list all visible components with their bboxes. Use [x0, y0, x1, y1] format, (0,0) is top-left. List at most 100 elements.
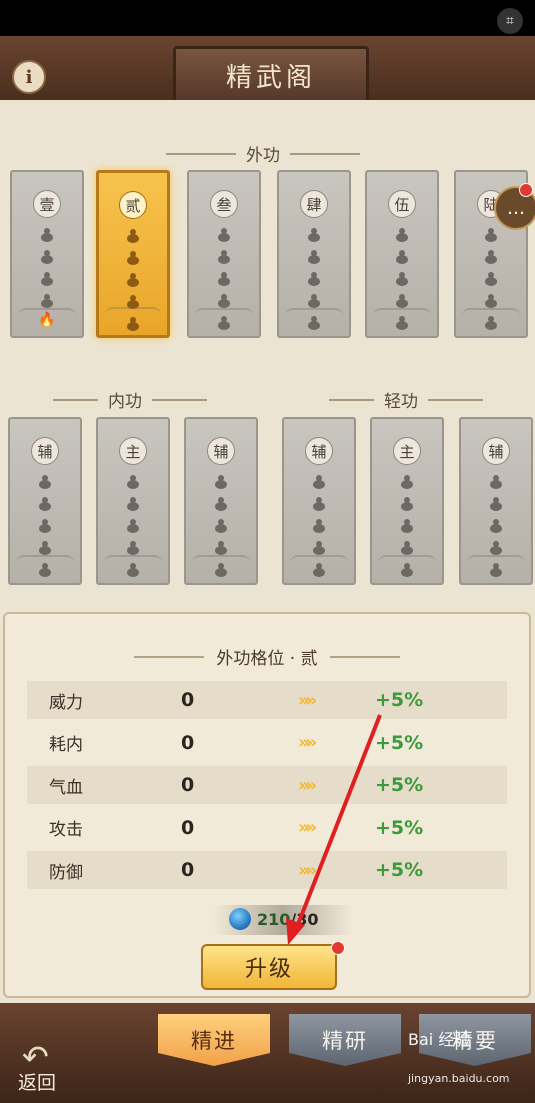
gourd-icon	[308, 294, 320, 308]
gourd-icon	[396, 294, 408, 308]
gourd-icon	[39, 541, 51, 555]
status-bar: ⌗	[0, 0, 535, 36]
detail-title: 外功格位 · 贰	[5, 644, 529, 669]
stat-row: 防御 0 »» +5%	[27, 851, 507, 889]
stat-name: 攻击	[49, 820, 83, 840]
gourd-icon	[127, 475, 139, 489]
gourd-icon	[485, 228, 497, 242]
slot-card[interactable]: 辅	[184, 417, 258, 585]
double-chevron-icon: »»	[298, 732, 317, 753]
gourd-icon	[401, 541, 413, 555]
gourd-icon	[41, 250, 53, 264]
gourd-icon	[308, 250, 320, 264]
stat-row: 攻击 0 »» +5%	[27, 809, 507, 847]
stat-bonus: +5%	[375, 859, 424, 881]
slot-label: 壹	[33, 190, 61, 218]
gourd-icon	[396, 272, 408, 286]
stat-value: 0	[181, 774, 195, 796]
cloud-pattern	[105, 307, 161, 327]
gourd-icon	[401, 519, 413, 533]
stat-value: 0	[181, 689, 195, 711]
slot-label: 辅	[482, 437, 510, 465]
section-label: 轻功	[384, 392, 418, 412]
stat-bonus: +5%	[375, 731, 424, 754]
gourd-icon	[41, 228, 53, 242]
gourd-icon	[215, 541, 227, 555]
double-chevron-icon: »»	[298, 774, 317, 796]
section-title-qinggong: 轻功	[329, 387, 483, 412]
gourd-icon	[41, 272, 53, 286]
gourd-icon	[127, 541, 139, 555]
upgrade-button[interactable]: 升级	[201, 944, 337, 990]
slot-card[interactable]: 辅	[459, 417, 533, 585]
stat-row: 气血 0 »» +5%	[27, 766, 507, 804]
stat-bonus: +5%	[375, 816, 424, 839]
back-label: 返回	[18, 1072, 57, 1094]
gourd-icon	[41, 294, 53, 308]
gourd-icon	[401, 497, 413, 511]
slot-label: 辅	[305, 437, 333, 465]
gourd-icon	[218, 228, 230, 242]
gourd-icon	[127, 229, 139, 243]
cloud-pattern	[285, 308, 343, 328]
gourd-icon	[401, 475, 413, 489]
gourd-icon	[490, 497, 502, 511]
watermark-url: jingyan.baidu.com	[408, 1072, 510, 1085]
slot-label: 伍	[388, 190, 416, 218]
detail-title-text: 外功格位 · 贰	[216, 649, 318, 669]
stat-name: 气血	[49, 777, 83, 798]
watermark-logo: Bai 经验	[408, 1030, 471, 1049]
info-icon[interactable]: i	[12, 60, 46, 94]
stat-row: 耗内 0 »» +5%	[27, 724, 507, 762]
gourd-icon	[127, 497, 139, 511]
double-chevron-icon: »»	[298, 817, 317, 838]
stat-value: 0	[181, 816, 195, 839]
stat-value: 0	[181, 859, 195, 881]
gourd-icon	[313, 497, 325, 511]
gourd-icon	[39, 519, 51, 533]
gourd-icon	[490, 475, 502, 489]
resource-counter: 210/30	[213, 905, 353, 935]
resource-text: 210/30	[257, 910, 319, 929]
gourd-icon	[127, 273, 139, 287]
gourd-icon	[490, 519, 502, 533]
back-button[interactable]: ↶ 返回	[12, 1038, 72, 1094]
slot-label: 主	[119, 437, 147, 465]
slot-card[interactable]: 辅	[282, 417, 356, 585]
section-title-neigong: 内功	[53, 387, 207, 412]
notification-dot	[331, 941, 345, 955]
slot-card[interactable]: 主	[96, 417, 170, 585]
notification-dot	[519, 183, 533, 197]
stat-value: 0	[181, 731, 195, 754]
cloud-pattern	[195, 308, 253, 328]
gourd-icon	[127, 519, 139, 533]
double-chevron-icon: »»	[298, 859, 317, 881]
gourd-icon	[490, 541, 502, 555]
gourd-icon	[308, 272, 320, 286]
slot-card[interactable]: 贰	[96, 170, 170, 338]
gourd-icon	[127, 251, 139, 265]
gourd-icon	[313, 541, 325, 555]
gourd-icon	[218, 250, 230, 264]
slot-card[interactable]: 辅	[8, 417, 82, 585]
detail-panel: 外功格位 · 贰	[3, 612, 531, 998]
gourd-icon	[485, 272, 497, 286]
gourd-icon	[485, 294, 497, 308]
slot-card[interactable]: 伍	[365, 170, 439, 338]
gourd-icon	[313, 519, 325, 533]
slot-label: 叁	[210, 190, 238, 218]
slot-card[interactable]: 叁	[187, 170, 261, 338]
gourd-icon	[39, 497, 51, 511]
slot-label: 辅	[207, 437, 235, 465]
stat-bonus: +5%	[375, 689, 424, 711]
slot-label: 主	[393, 437, 421, 465]
gourd-icon	[218, 272, 230, 286]
cloud-pattern	[378, 555, 436, 575]
slot-card[interactable]: 主	[370, 417, 444, 585]
cloud-pattern	[192, 555, 250, 575]
cloud-pattern	[290, 555, 348, 575]
slot-card[interactable]: 肆	[277, 170, 351, 338]
cloud-pattern	[16, 555, 74, 575]
slot-card[interactable]: 壹 🔥	[10, 170, 84, 338]
scan-text-icon[interactable]: ⌗	[497, 8, 523, 34]
